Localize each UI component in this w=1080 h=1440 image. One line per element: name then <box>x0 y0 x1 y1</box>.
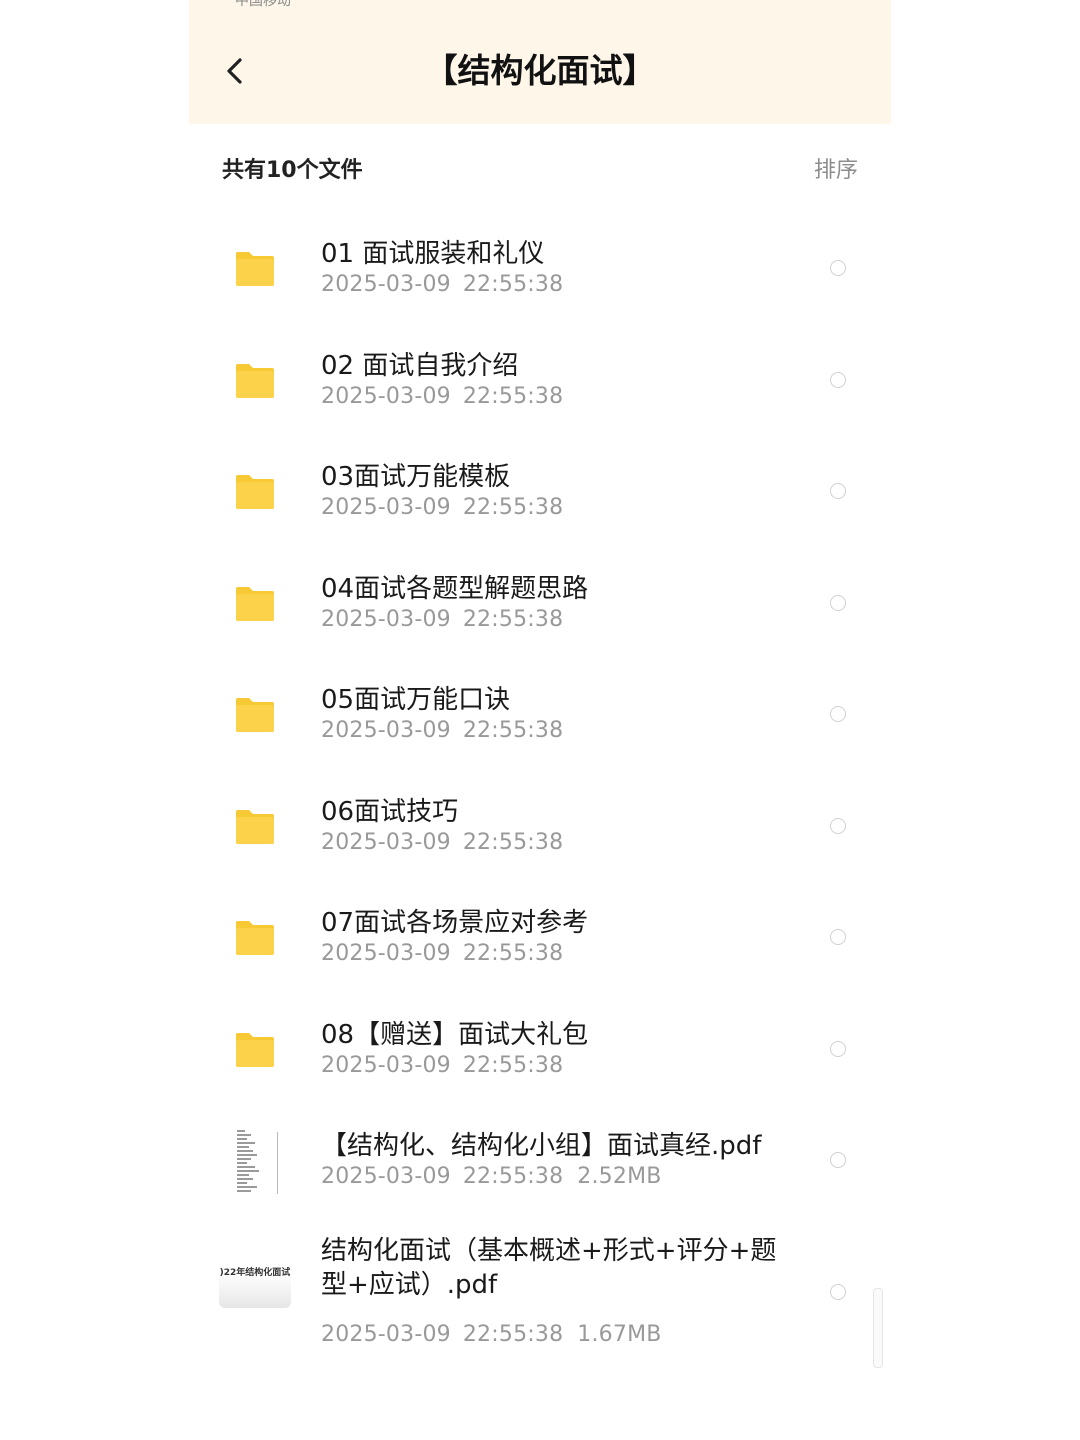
file-meta: 2025-03-09 22:55:38 <box>321 384 563 409</box>
file-time: 22:55:38 <box>462 383 564 409</box>
file-time: 22:55:38 <box>462 495 564 520</box>
file-name: 08【赠送】面试大礼包 <box>321 1019 589 1050</box>
select-radio[interactable] <box>830 483 846 499</box>
carrier-label: 中国移动 <box>235 0 291 8</box>
file-time: 22:55:38 <box>462 1164 564 1189</box>
folder-icon <box>236 586 274 621</box>
file-item[interactable]: )22年结构化面试 结构化面试（基本概述+形式+评分+题型+应试）.pdf 2025… <box>189 1216 891 1376</box>
folder-item[interactable]: 05面试万能口诀 2025-03-09 22:55:38 <box>189 658 891 770</box>
page-title: 【结构化面试】 <box>424 51 656 90</box>
summary-row: 共有10个文件 排序 <box>189 146 891 190</box>
file-name: 04面试各题型解题思路 <box>321 573 589 604</box>
select-radio[interactable] <box>830 817 846 834</box>
folder-item[interactable]: 06面试技巧 2025-03-09 22:55:38 <box>189 770 891 882</box>
file-time: 22:55:38 <box>462 1052 564 1078</box>
file-meta: 2025-03-09 22:55:38 <box>321 1053 563 1078</box>
scrollbar-thumb[interactable] <box>873 1288 883 1368</box>
select-radio[interactable] <box>830 1152 846 1168</box>
folder-item[interactable]: 04面试各题型解题思路 2025-03-09 22:55:38 <box>189 547 891 659</box>
file-date: 2025-03-09 <box>321 829 451 855</box>
file-name: 06面试技巧 <box>321 796 459 827</box>
file-name: 03面试万能模板 <box>321 462 511 492</box>
file-meta: 2025-03-09 22:55:38 <box>321 830 563 855</box>
file-time: 22:55:38 <box>462 272 564 297</box>
file-name: 02 面试自我介绍 <box>321 350 519 381</box>
folder-icon <box>236 698 274 732</box>
file-date: 2025-03-09 <box>321 1321 451 1347</box>
file-date: 2025-03-09 <box>321 1164 451 1189</box>
folder-item[interactable]: 01 面试服装和礼仪 2025-03-09 22:55:38 <box>189 212 891 324</box>
file-date: 2025-03-09 <box>321 606 451 632</box>
select-radio[interactable] <box>830 1040 846 1057</box>
file-date: 2025-03-09 <box>321 272 451 297</box>
folder-icon <box>236 1032 274 1067</box>
file-size: 2.52MB <box>577 1164 662 1189</box>
folder-item[interactable]: 03面试万能模板 2025-03-09 22:55:38 <box>189 435 891 547</box>
file-item[interactable]: 【结构化、结构化小组】面试真经.pdf 2025-03-09 22:55:38 2.5… <box>189 1104 891 1216</box>
file-meta: 2025-03-09 22:55:38 <box>321 607 563 632</box>
pdf-thumbnail-icon <box>227 1124 281 1196</box>
select-radio[interactable] <box>830 929 846 945</box>
select-radio[interactable] <box>830 371 846 388</box>
file-date: 2025-03-09 <box>321 941 451 966</box>
file-time: 22:55:38 <box>462 718 564 743</box>
file-list: 01 面试服装和礼仪 2025-03-09 22:55:38 02 面试自我介绍 202… <box>189 212 891 1376</box>
file-meta: 2025-03-09 22:55:38 <box>321 941 563 966</box>
folder-icon <box>236 809 274 844</box>
folder-icon <box>236 252 274 286</box>
file-size: 1.67MB <box>577 1321 662 1347</box>
file-time: 22:55:38 <box>462 941 564 966</box>
header: 中国移动 【结构化面试】 <box>189 0 891 124</box>
file-count: 共有10个文件 <box>222 158 363 183</box>
status-bar: 中国移动 <box>189 0 891 8</box>
folder-icon <box>236 363 274 398</box>
select-radio[interactable] <box>830 260 846 276</box>
folder-item[interactable]: 07面试各场景应对参考 2025-03-09 22:55:38 <box>189 881 891 993</box>
file-date: 2025-03-09 <box>321 383 451 409</box>
file-meta: 2025-03-09 22:55:38 <box>321 272 563 297</box>
sort-button[interactable]: 排序 <box>814 152 858 184</box>
phone-screen: 中国移动 【结构化面试】 共有10个文件 排序 01 面试服装和礼仪 2025-0… <box>189 0 891 1440</box>
file-name: 01 面试服装和礼仪 <box>321 239 545 269</box>
select-radio[interactable] <box>830 1283 846 1300</box>
file-date: 2025-03-09 <box>321 718 451 743</box>
pdf-thumbnail-icon: )22年结构化面试 <box>219 1259 291 1308</box>
file-date: 2025-03-09 <box>321 1052 451 1078</box>
file-time: 22:55:38 <box>462 606 564 632</box>
file-meta: 2025-03-09 22:55:38 <box>321 495 563 520</box>
folder-icon <box>236 921 274 955</box>
file-name: 05面试万能口诀 <box>321 685 511 715</box>
file-meta: 2025-03-09 22:55:38 <box>321 718 563 743</box>
file-meta: 2025-03-09 22:55:38 2.52MB <box>321 1164 662 1189</box>
file-name: 结构化面试（基本概述+形式+评分+题型+应试）.pdf <box>321 1235 777 1300</box>
file-meta: 2025-03-09 22:55:38 1.67MB <box>321 1322 662 1347</box>
file-name: 【结构化、结构化小组】面试真经.pdf <box>321 1131 762 1161</box>
folder-icon <box>236 475 274 509</box>
file-name: 07面试各场景应对参考 <box>321 908 589 938</box>
file-date: 2025-03-09 <box>321 495 451 520</box>
file-time: 22:55:38 <box>462 1321 564 1347</box>
select-radio[interactable] <box>830 706 846 722</box>
folder-item[interactable]: 08【赠送】面试大礼包 2025-03-09 22:55:38 <box>189 993 891 1105</box>
folder-item[interactable]: 02 面试自我介绍 2025-03-09 22:55:38 <box>189 324 891 436</box>
thumbnail-title: )22年结构化面试 <box>219 1267 291 1278</box>
select-radio[interactable] <box>830 594 846 611</box>
file-time: 22:55:38 <box>462 829 564 855</box>
